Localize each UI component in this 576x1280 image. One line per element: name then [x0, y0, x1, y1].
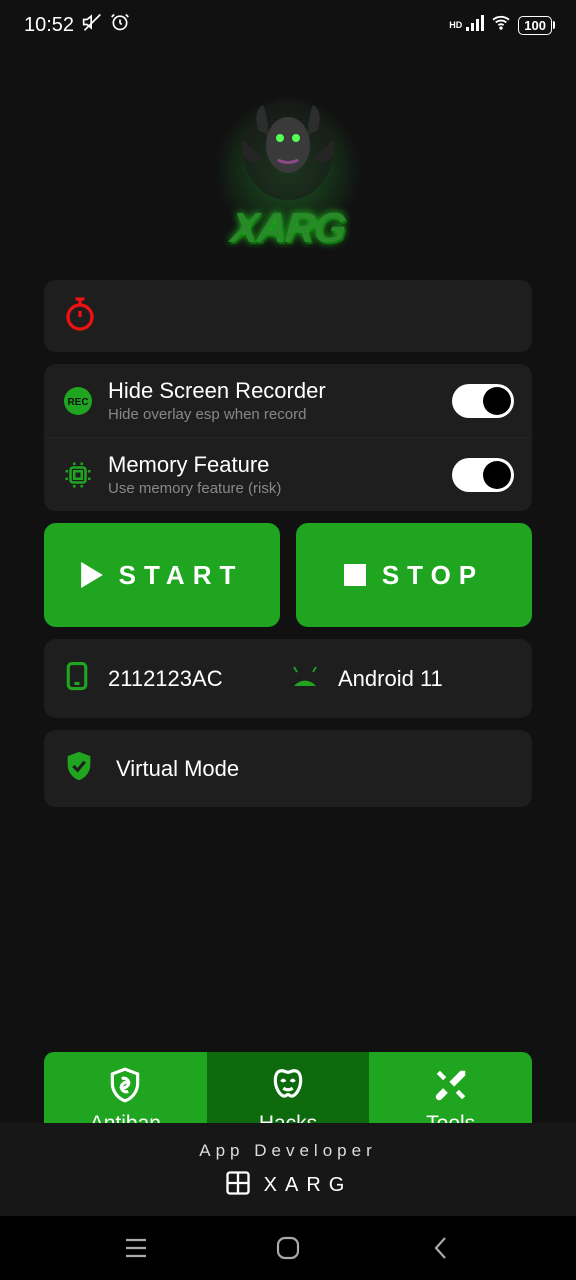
recent-apps-button[interactable] — [121, 1233, 151, 1263]
start-label: START — [119, 560, 244, 591]
signal-icon — [466, 14, 484, 37]
phone-icon — [62, 657, 92, 700]
alarm-icon — [110, 12, 130, 38]
hd-badge: HD — [449, 20, 462, 30]
timer-card — [44, 280, 532, 352]
stop-label: STOP — [382, 560, 484, 591]
toggles-card: REC Hide Screen Recorder Hide overlay es… — [44, 364, 532, 511]
back-button[interactable] — [425, 1233, 455, 1263]
app-logo: XARG — [0, 50, 576, 280]
memory-feature-toggle[interactable] — [452, 458, 514, 492]
mask-icon — [269, 1066, 307, 1104]
stopwatch-icon — [62, 296, 98, 337]
android-icon — [288, 664, 322, 693]
stop-icon — [344, 564, 366, 586]
shield-check-icon — [62, 748, 96, 789]
logo-character — [228, 90, 348, 210]
virtual-mode-card: Virtual Mode — [44, 730, 532, 807]
device-info-card: 2112123AC Android 11 — [44, 639, 532, 718]
memory-feature-sub: Use memory feature (risk) — [108, 480, 438, 497]
virtual-mode-label: Virtual Mode — [116, 756, 239, 782]
battery-indicator: 100 — [518, 16, 552, 35]
hide-recorder-toggle[interactable] — [452, 384, 514, 418]
play-icon — [81, 562, 103, 588]
device-model: 2112123AC — [108, 666, 223, 692]
shield-link-icon — [106, 1066, 144, 1104]
hide-recorder-row: REC Hide Screen Recorder Hide overlay es… — [44, 364, 532, 437]
mute-icon — [82, 12, 102, 38]
status-bar: 10:52 HD 100 — [0, 0, 576, 50]
footer-title: App Developer — [0, 1141, 576, 1161]
wifi-icon — [490, 13, 512, 37]
stop-button[interactable]: STOP — [296, 523, 532, 627]
hide-recorder-sub: Hide overlay esp when record — [108, 406, 438, 423]
system-navbar — [0, 1216, 576, 1280]
grid-icon — [224, 1169, 252, 1202]
rec-icon: REC — [62, 385, 94, 417]
footer-brand: XARG — [264, 1174, 353, 1197]
device-os: Android 11 — [338, 666, 443, 692]
memory-feature-title: Memory Feature — [108, 452, 438, 478]
clock: 10:52 — [24, 14, 74, 37]
memory-feature-row: Memory Feature Use memory feature (risk) — [44, 437, 532, 511]
svg-text:REC: REC — [67, 397, 88, 408]
hide-recorder-title: Hide Screen Recorder — [108, 378, 438, 404]
tools-icon — [432, 1066, 470, 1104]
chip-icon — [62, 459, 94, 491]
home-button[interactable] — [273, 1233, 303, 1263]
footer: App Developer XARG — [0, 1123, 576, 1216]
start-button[interactable]: START — [44, 523, 280, 627]
logo-text: XARG — [229, 204, 347, 252]
